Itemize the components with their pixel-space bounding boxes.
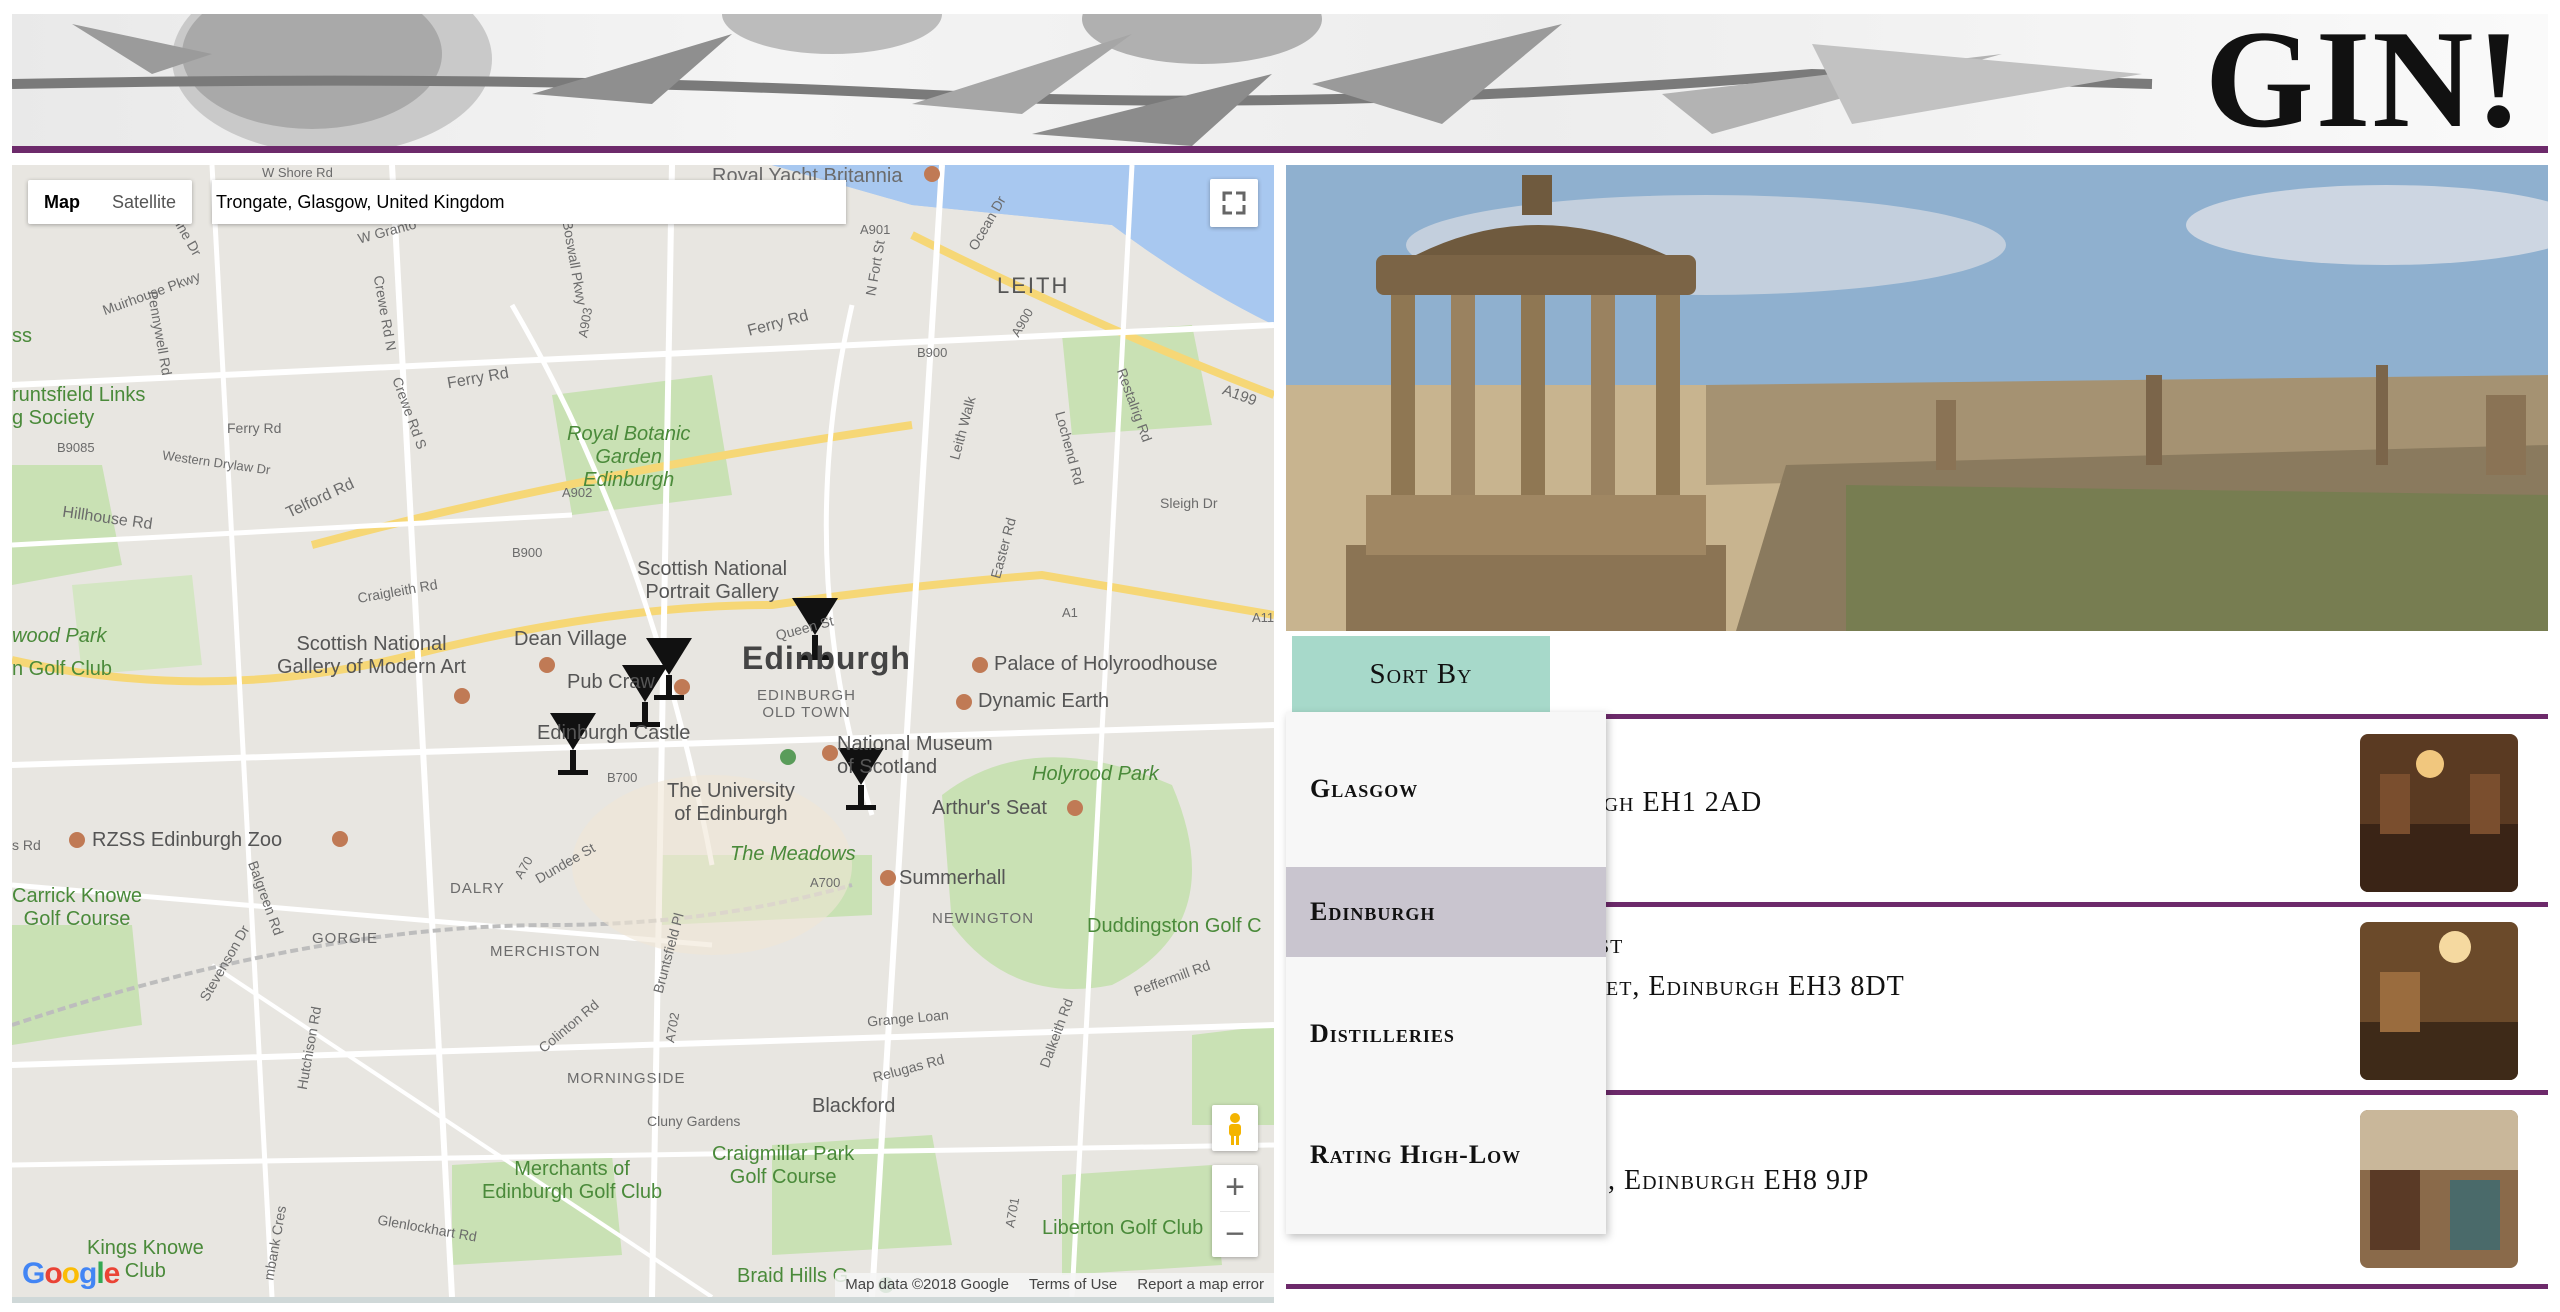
fullscreen-button[interactable] [1210,179,1258,227]
map-label: n Golf Club [12,658,113,680]
map-label: A1 [1062,605,1078,620]
map-label: The University of Edinburgh [667,780,795,825]
fullscreen-icon [1222,191,1246,215]
listing-address: et, Edinburgh EH3 8DT [1606,971,1905,1002]
sort-option-rating[interactable]: Rating High-Low [1286,1110,1606,1200]
map-label: RZSS Edinburgh Zoo [92,829,283,851]
olive-branch-illustration [12,14,2153,146]
map-label: MERCHISTON [490,943,601,960]
map-label: Sleigh Dr [1160,495,1218,511]
map-label: Blackford [812,1095,896,1117]
map-label: GORGIE [312,930,379,947]
location-search-input[interactable] [212,180,846,224]
sort-dropdown-menu: Glasgow Edinburgh Distilleries Rating Hi… [1286,712,1606,1234]
pegman-icon [1229,1113,1241,1145]
report-map-error-link[interactable]: Report a map error [1137,1273,1264,1297]
map-label: runtsfield Links g Society [12,384,146,429]
edinburgh-skyline-image [1286,165,2548,631]
map-label: B700 [607,770,638,785]
map-label: A700 [810,875,841,890]
site-title: GIN! [2204,14,2524,146]
map-type-map-button[interactable]: Map [28,180,96,224]
listing-thumbnail[interactable] [2360,922,2518,1080]
map-label: Duddingston Golf C [1087,915,1262,937]
map-label: W Shore Rd [262,165,333,180]
sort-by-button[interactable]: Sort By [1292,636,1550,712]
map-label: Scottish National Gallery of Modern Art [277,633,466,678]
zoom-in-button[interactable]: + [1212,1165,1258,1211]
zoom-control: + − [1212,1165,1258,1257]
map-label: DALRY [450,880,505,897]
map-label: MORNINGSIDE [567,1070,686,1087]
map-attribution: Map data ©2018 Google [845,1276,1009,1293]
map-label: Dean Village [514,628,628,650]
map-label: A901 [860,222,891,237]
listing-address: , Edinburgh EH8 9JP [1608,1165,1870,1196]
bar-interior-image [2360,1110,2518,1268]
map-label: Braid Hills G [737,1265,849,1287]
map-footer: Map data ©2018 Google Terms of Use Repor… [835,1273,1274,1297]
map-label: B900 [917,345,948,360]
map-label: wood Park [12,625,107,647]
hero-image [1286,165,2548,631]
map-label: NEWINGTON [932,910,1035,927]
map-label: Royal Botanic Garden Edinburgh [567,423,691,491]
map-label: Scottish National Portrait Gallery [637,558,788,603]
map-label: Pub Craw [567,671,655,693]
street-view-button[interactable] [1212,1105,1258,1151]
map-label: The Meadows [730,843,856,865]
map[interactable]: Royal Yacht Britannia W Shore Rd LEITH F… [12,165,1274,1303]
map-label: Palace of Holyroodhouse [994,653,1218,675]
map-type-control: Map Satellite [28,180,193,224]
map-label: Arthur's Seat [932,797,1047,819]
map-label: Edinburgh Castle [537,722,691,744]
map-label: B900 [512,545,543,560]
map-label: EDINBURGH OLD TOWN [757,687,857,721]
sort-option-glasgow[interactable]: Glasgow [1286,744,1606,834]
header-divider [12,146,2548,153]
listing-thumbnail[interactable] [2360,1110,2518,1268]
sort-option-distilleries[interactable]: Distilleries [1286,989,1606,1079]
listing-divider [1286,1284,2548,1289]
zoom-out-button[interactable]: − [1212,1212,1258,1258]
map-label: Summerhall [899,867,1006,889]
map-label: National Museum of Scotland [837,733,993,778]
map-label: Holyrood Park [1032,763,1159,785]
listing-thumbnail[interactable] [2360,734,2518,892]
map-label: Cluny Gardens [647,1113,741,1129]
map-label: Merchants of Edinburgh Golf Club [482,1158,663,1203]
map-label: Liberton Golf Club [1042,1217,1204,1239]
google-logo: Google [22,1257,120,1290]
bar-interior-image [2360,734,2518,892]
map-city-label: Edinburgh [742,640,911,676]
map-label: B9085 [57,440,95,455]
map-label: Dynamic Earth [978,690,1110,712]
sort-option-edinburgh[interactable]: Edinburgh [1286,867,1606,957]
map-label: Craigmillar Park Golf Course [712,1143,855,1188]
map-type-satellite-button[interactable]: Satellite [96,180,192,224]
map-label: ss [12,325,32,347]
map-label: Carrick Knowe Golf Course [12,885,143,930]
terms-link[interactable]: Terms of Use [1029,1273,1117,1297]
map-label: s Rd [12,837,41,853]
map-label: LEITH [997,273,1070,298]
map-label: A11 [1252,610,1274,625]
header-banner: GIN! [12,14,2548,146]
map-label: A902 [562,485,593,500]
map-label: Ferry Rd [227,420,282,436]
bar-interior-image [2360,922,2518,1080]
